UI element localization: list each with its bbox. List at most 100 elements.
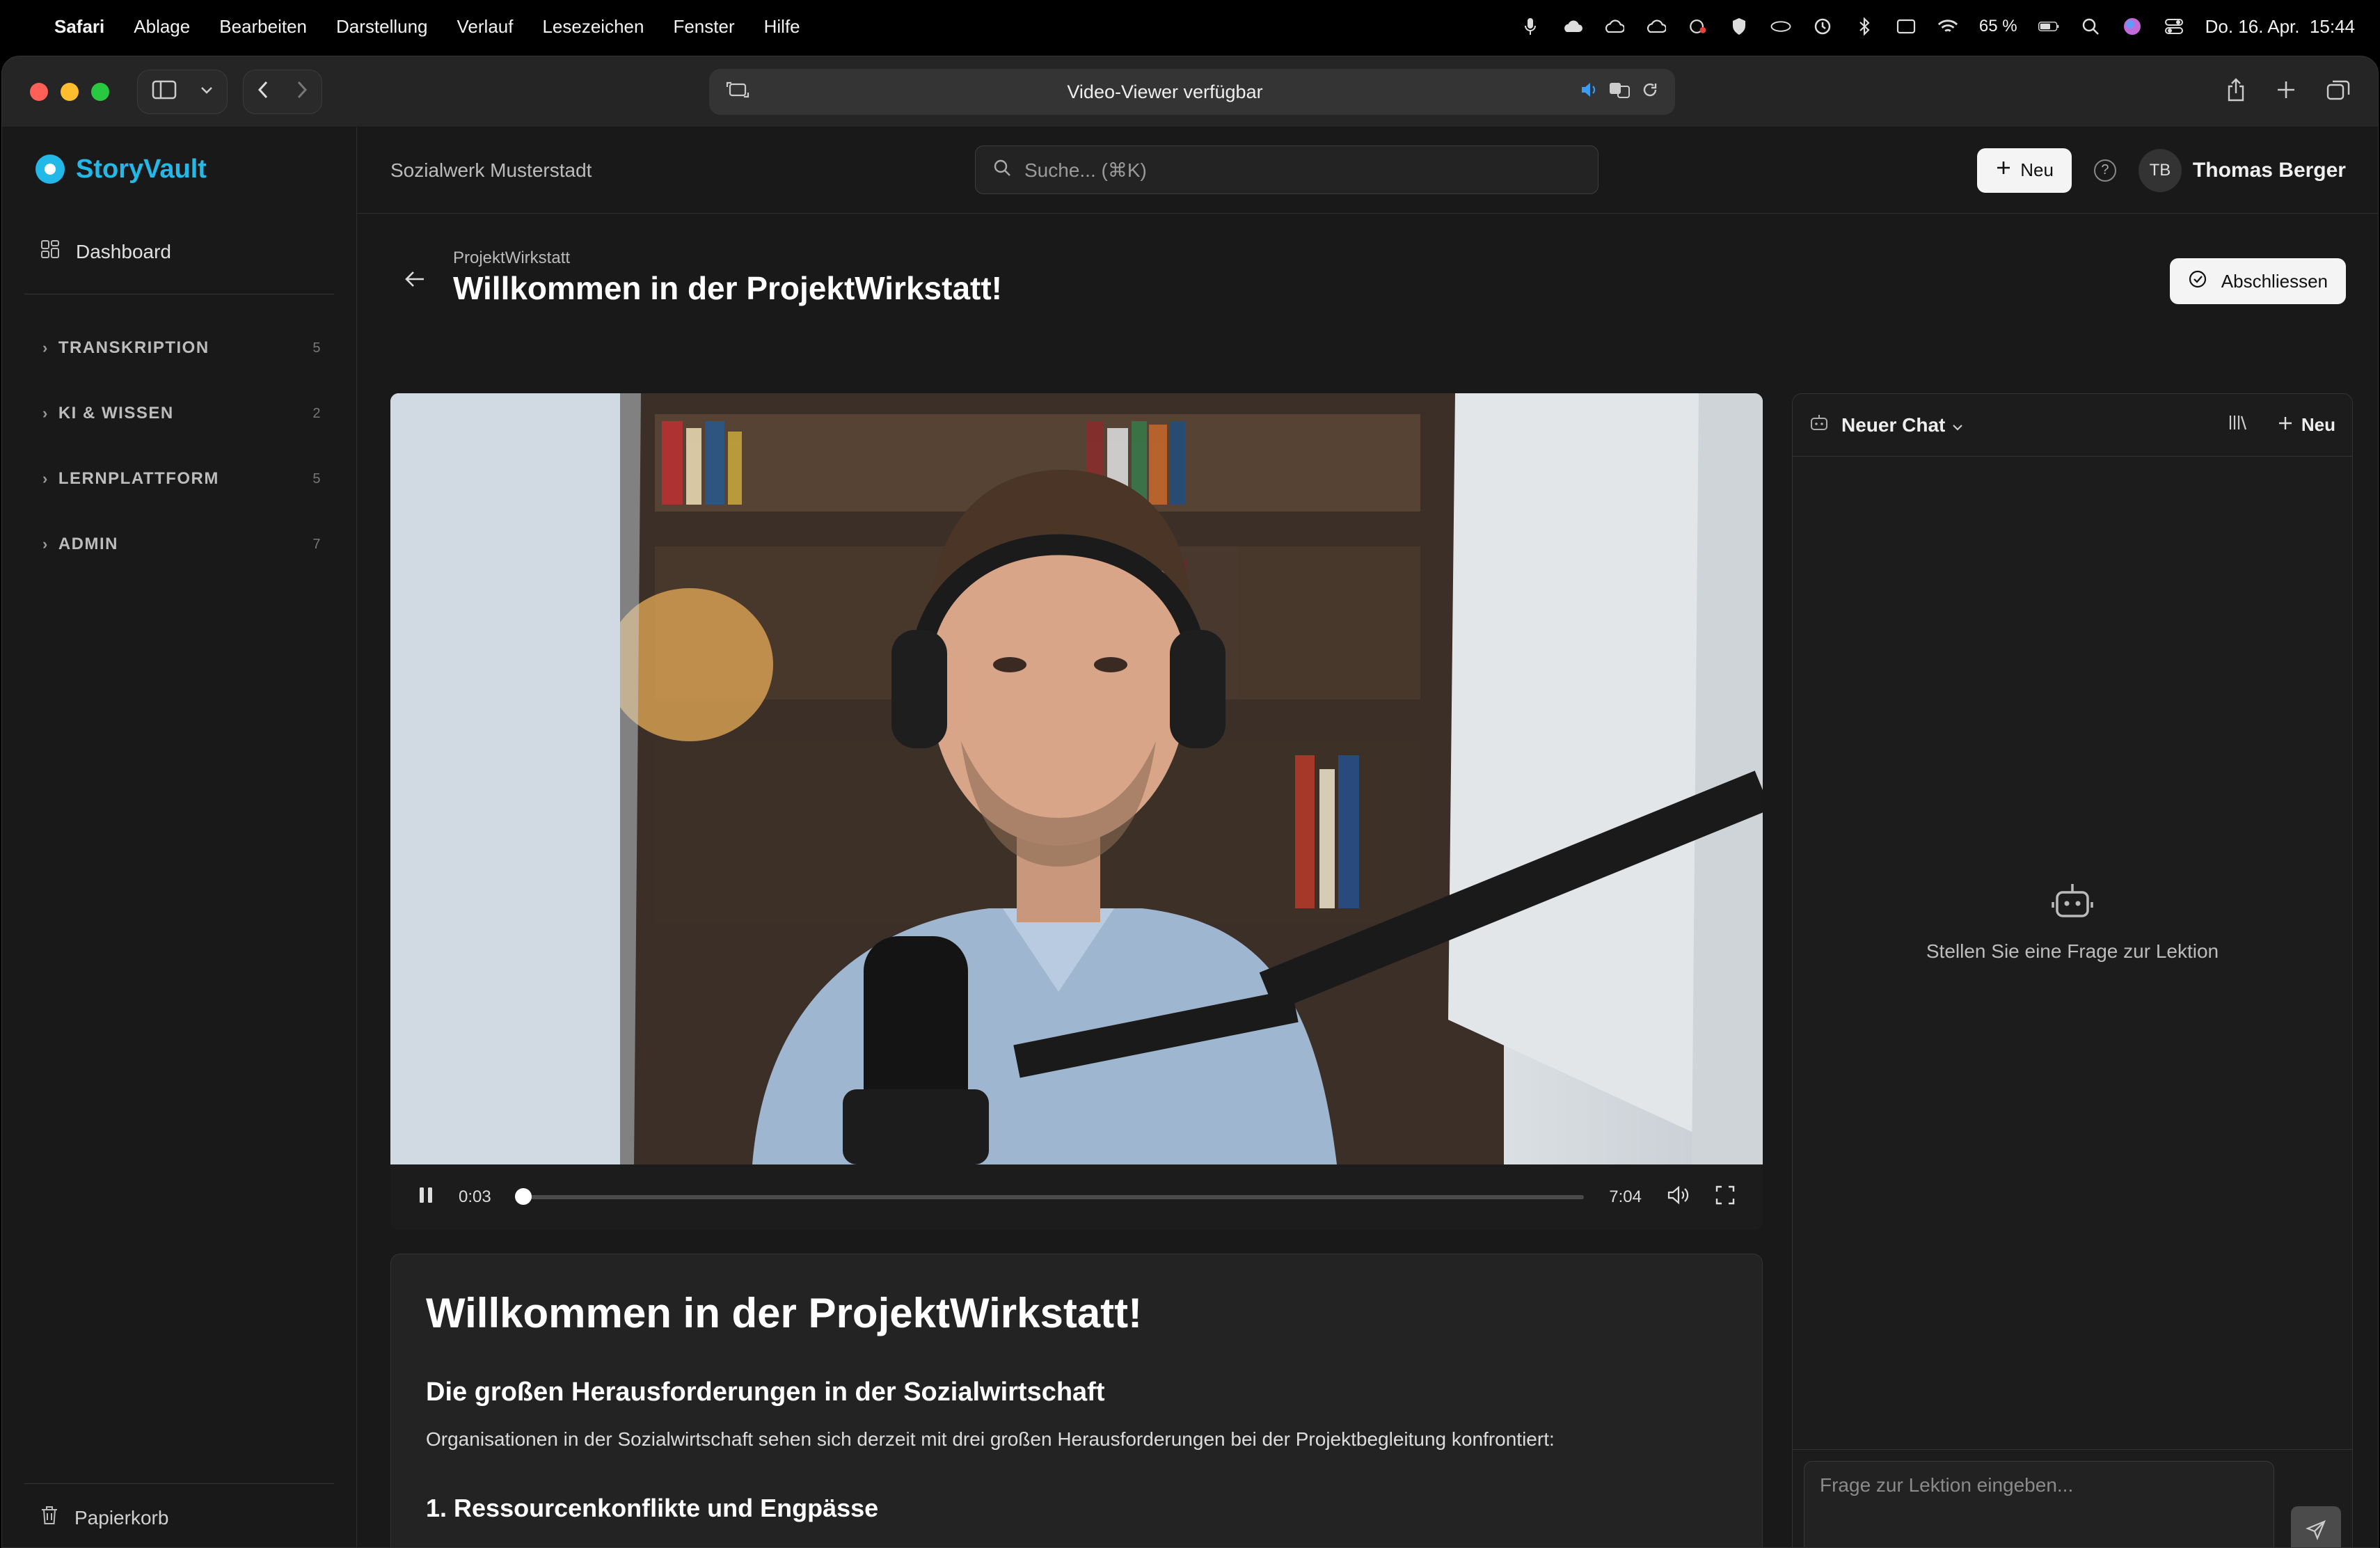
- video-viewer-icon[interactable]: [726, 81, 749, 104]
- menu-verlauf[interactable]: Verlauf: [457, 16, 514, 38]
- shield-icon[interactable]: [1729, 17, 1750, 35]
- sidebar-section-admin[interactable]: › ADMIN 7: [2, 512, 356, 577]
- sidebar-section-transkription[interactable]: › TRANSKRIPTION 5: [2, 315, 356, 381]
- control-center-icon[interactable]: [2164, 17, 2184, 35]
- organization-name: Sozialwerk Musterstadt: [390, 159, 592, 181]
- search-icon: [992, 158, 1012, 182]
- section-label: LERNPLATTFORM: [58, 469, 219, 488]
- chat-header: Neuer Chat Neu: [1793, 394, 2352, 457]
- lesson-section-heading: 1. Ressourcenkonflikte und Engpässe: [426, 1494, 879, 1522]
- header-actions: Neu ? TB Thomas Berger: [1977, 148, 2346, 193]
- plus-icon: [2278, 414, 2293, 436]
- sidebar-icon: [152, 80, 177, 103]
- video-frame[interactable]: [390, 393, 1763, 1164]
- section-label: TRANSKRIPTION: [58, 338, 209, 357]
- menu-lesezeichen[interactable]: Lesezeichen: [542, 16, 644, 38]
- back-arrow-icon[interactable]: [404, 268, 425, 294]
- breadcrumb[interactable]: ProjektWirkstatt: [453, 248, 570, 268]
- cloud-sync-icon[interactable]: [1603, 17, 1624, 35]
- page-title: Willkommen in der ProjektWirkstatt!: [453, 270, 1002, 306]
- chat-input[interactable]: Frage zur Lektion eingeben...: [1804, 1461, 2274, 1547]
- fullscreen-icon[interactable]: [1715, 1185, 1735, 1210]
- address-bar[interactable]: Video-Viewer verfügbar: [709, 69, 1675, 115]
- send-button[interactable]: [2291, 1506, 2341, 1547]
- trash-label: Papierkorb: [74, 1506, 169, 1529]
- app-header: Sozialwerk Musterstadt Suche... (⌘K) Neu…: [357, 127, 2378, 214]
- menu-darstellung[interactable]: Darstellung: [336, 16, 428, 38]
- chat-actions: Neu: [2228, 413, 2335, 436]
- volume-icon[interactable]: [1667, 1185, 1690, 1210]
- forward-icon[interactable]: [296, 81, 308, 102]
- user-name[interactable]: Thomas Berger: [2193, 159, 2346, 182]
- duration: 7:04: [1609, 1187, 1642, 1206]
- brand-logo[interactable]: StoryVault: [2, 127, 356, 211]
- section-count: 5: [312, 340, 322, 356]
- complete-button[interactable]: Abschliessen: [2169, 258, 2346, 304]
- progress-handle[interactable]: [515, 1188, 532, 1205]
- storyvault-app: StoryVault Dashboard › TRANSKRIPTION 5 ›…: [2, 127, 2378, 1547]
- new-button-label: Neu: [2020, 159, 2054, 180]
- menu-fenster[interactable]: Fenster: [673, 16, 734, 38]
- sidebar: StoryVault Dashboard › TRANSKRIPTION 5 ›…: [2, 127, 357, 1547]
- menubar-datetime[interactable]: Do. 16. Apr. 15:44: [2205, 16, 2355, 38]
- minimize-window-button[interactable]: [61, 82, 79, 101]
- sidebar-item-trash[interactable]: Papierkorb: [24, 1483, 334, 1531]
- video-progress-slider[interactable]: [515, 1188, 1585, 1205]
- video-player[interactable]: 0:03 7:04: [390, 393, 1763, 1230]
- menu-app-name[interactable]: Safari: [54, 16, 104, 38]
- audio-playing-icon[interactable]: [1580, 81, 1598, 103]
- chevron-right-icon: ›: [42, 339, 49, 356]
- brand-name: StoryVault: [76, 154, 207, 184]
- sidebar-item-dashboard[interactable]: Dashboard: [24, 230, 334, 273]
- trash-icon: [40, 1505, 59, 1531]
- translate-icon[interactable]: [1608, 81, 1632, 104]
- chat-selector[interactable]: Neuer Chat: [1841, 414, 1963, 436]
- reload-icon[interactable]: [1642, 81, 1658, 103]
- cloud-check-icon[interactable]: [1645, 17, 1666, 35]
- video-frame-image: [390, 393, 1763, 1164]
- share-icon[interactable]: [2226, 78, 2246, 105]
- drive-icon[interactable]: [1770, 17, 1791, 35]
- new-chat-label: Neu: [2301, 414, 2335, 435]
- current-time: 0:03: [459, 1187, 491, 1206]
- new-button[interactable]: Neu: [1977, 148, 2072, 193]
- help-icon[interactable]: ?: [2093, 159, 2116, 182]
- browser-actions: [2226, 78, 2350, 105]
- sidebar-section-ki-wissen[interactable]: › KI & WISSEN 2: [2, 381, 356, 446]
- back-icon[interactable]: [257, 81, 269, 102]
- main-content: ProjektWirkstatt Willkommen in der Proje…: [357, 214, 2378, 1547]
- sidebar-section-lernplattform[interactable]: › LERNPLATTFORM 5: [2, 446, 356, 512]
- zoom-window-button[interactable]: [91, 82, 109, 101]
- pause-icon[interactable]: [418, 1186, 434, 1209]
- sidebar-toggle-button[interactable]: [137, 69, 228, 114]
- chat-empty-state: Stellen Sie eine Frage zur Lektion: [1793, 881, 2352, 963]
- wifi-icon[interactable]: [1937, 17, 1958, 35]
- new-chat-button[interactable]: Neu: [2278, 414, 2335, 436]
- bot-icon: [1809, 413, 1829, 436]
- lesson-subheading: Die großen Herausforderungen in der Sozi…: [426, 1377, 1105, 1407]
- creative-cloud-icon[interactable]: [1687, 17, 1708, 35]
- library-icon[interactable]: [2228, 413, 2247, 436]
- spotlight-search-icon[interactable]: [2080, 17, 2101, 35]
- close-window-button[interactable]: [30, 82, 48, 101]
- sidebar-item-label: Dashboard: [76, 240, 171, 262]
- new-tab-icon[interactable]: [2276, 80, 2296, 103]
- chat-title: Neuer Chat: [1841, 413, 1946, 436]
- section-count: 2: [312, 405, 322, 421]
- siri-icon[interactable]: [2122, 17, 2143, 35]
- battery-icon[interactable]: [2038, 17, 2059, 35]
- video-controls: 0:03 7:04: [390, 1164, 1763, 1230]
- avatar[interactable]: TB: [2138, 148, 2182, 192]
- bluetooth-icon[interactable]: [1854, 17, 1875, 35]
- section-count: 7: [312, 536, 322, 552]
- display-icon[interactable]: [1896, 17, 1917, 35]
- tab-overview-icon[interactable]: [2326, 79, 2350, 104]
- time-machine-icon[interactable]: [1812, 17, 1833, 35]
- search-input[interactable]: Suche... (⌘K): [975, 145, 1598, 194]
- cloud-icon[interactable]: [1562, 17, 1582, 35]
- menu-bearbeiten[interactable]: Bearbeiten: [219, 16, 307, 38]
- microphone-icon[interactable]: [1520, 17, 1541, 35]
- lesson-content: Willkommen in der ProjektWirkstatt! Die …: [390, 1254, 1763, 1547]
- menu-ablage[interactable]: Ablage: [134, 16, 190, 38]
- menu-hilfe[interactable]: Hilfe: [764, 16, 800, 38]
